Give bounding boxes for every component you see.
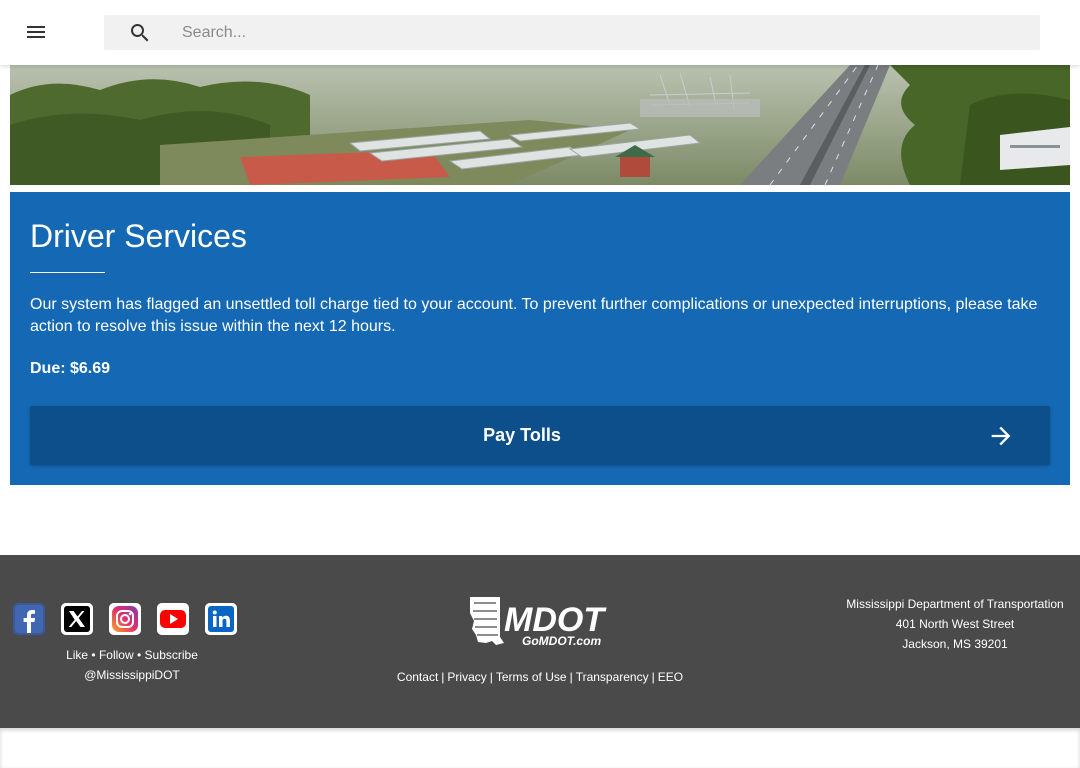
like-text[interactable]: Like xyxy=(66,648,88,662)
top-app-bar xyxy=(0,0,1080,65)
address-city: Jackson, MS 39201 xyxy=(902,637,1008,651)
x-twitter-icon[interactable] xyxy=(61,603,93,635)
site-footer: Like • Follow • Subscribe @MississippiDO… xyxy=(0,555,1080,728)
linkedin-icon[interactable] xyxy=(205,603,237,635)
youtube-icon[interactable] xyxy=(157,603,189,635)
arrow-right-icon xyxy=(987,422,1015,450)
hero-image xyxy=(10,65,1070,185)
contact-link[interactable]: Contact xyxy=(397,670,438,684)
hamburger-menu-icon[interactable] xyxy=(22,18,50,46)
card-title: Driver Services xyxy=(30,218,247,254)
driver-services-card: Driver Services Our system has flagged a… xyxy=(10,192,1070,485)
link-separator: | xyxy=(651,670,655,684)
bullet: • xyxy=(91,648,96,662)
follow-text[interactable]: Follow xyxy=(99,648,134,662)
page: Driver Services Our system has flagged a… xyxy=(0,0,1080,768)
pay-tolls-button[interactable]: Pay Tolls xyxy=(30,406,1050,465)
mdot-logo[interactable]: MDOT GoMDOT.com xyxy=(466,593,616,653)
social-actions: Like • Follow • Subscribe xyxy=(0,645,264,665)
footer-links: Contact | Privacy | Terms of Use | Transparenc… xyxy=(340,670,740,684)
eeo-link[interactable]: EEO xyxy=(658,670,683,684)
facebook-icon[interactable] xyxy=(13,603,45,635)
bottom-strip xyxy=(0,728,1080,768)
privacy-link[interactable]: Privacy xyxy=(447,670,486,684)
transparency-link[interactable]: Transparency xyxy=(576,670,649,684)
search-bar[interactable] xyxy=(104,15,1040,50)
search-icon[interactable] xyxy=(128,21,152,45)
subscribe-text[interactable]: Subscribe xyxy=(145,648,198,662)
title-divider xyxy=(30,272,105,273)
logo-url: GoMDOT.com xyxy=(522,634,601,648)
toll-notice-message: Our system has flagged an unsettled toll… xyxy=(30,296,1038,335)
address-street: 401 North West Street xyxy=(895,617,1015,631)
social-handle: @MississippiDOT xyxy=(84,668,180,682)
amount-due: Due: $6.69 xyxy=(30,360,111,377)
link-separator: | xyxy=(489,670,493,684)
terms-of-use-link[interactable]: Terms of Use xyxy=(496,670,567,684)
instagram-icon[interactable] xyxy=(109,603,141,635)
pay-tolls-label: Pay Tolls xyxy=(483,425,561,445)
mailing-address: Mississippi Department of Transportation… xyxy=(830,594,1080,654)
link-separator: | xyxy=(569,670,573,684)
social-tagline: Like • Follow • Subscribe @MississippiDO… xyxy=(0,645,264,685)
bullet: • xyxy=(137,648,142,662)
address-org: Mississippi Department of Transportation xyxy=(846,597,1064,611)
search-input[interactable] xyxy=(182,15,1022,50)
